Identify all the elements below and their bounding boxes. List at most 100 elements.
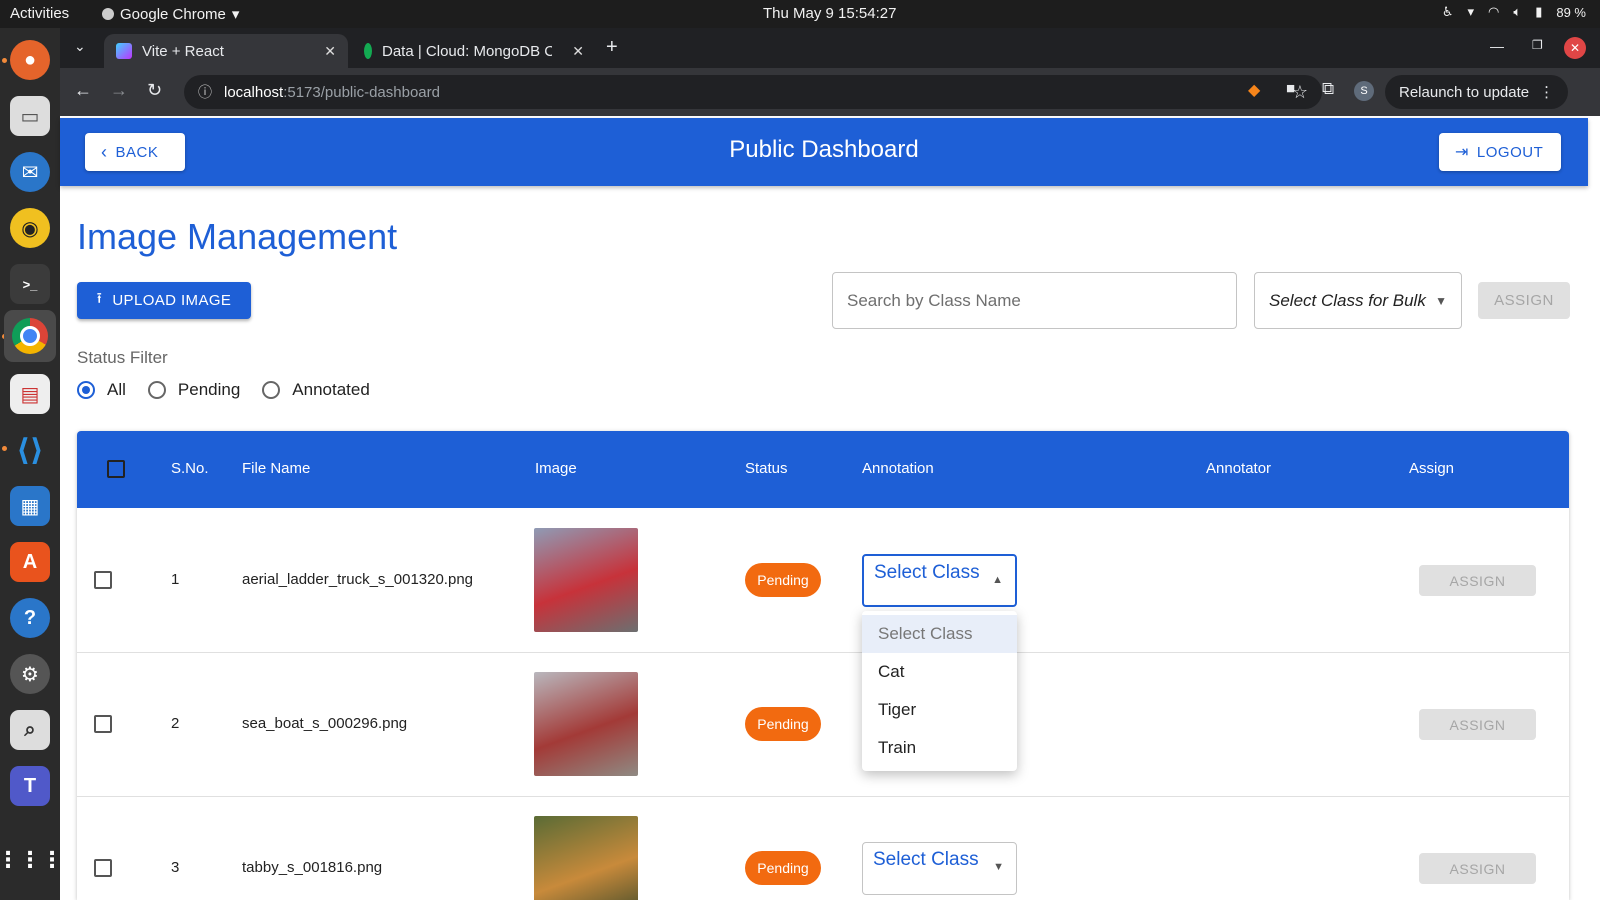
clock[interactable]: Thu May 9 15:54:27 (763, 5, 896, 22)
terminal-icon[interactable]: >_ (10, 264, 50, 304)
url-host: localhost (224, 83, 284, 101)
annotation-select-value: Select Class (873, 849, 979, 870)
row-checkbox[interactable] (94, 715, 112, 733)
app-center-icon[interactable]: A (10, 542, 50, 582)
upload-button-label: UPLOAD IMAGE (112, 292, 232, 309)
logout-button-label: LOGOUT (1476, 143, 1544, 161)
wifi-icon: ◠ (1488, 4, 1500, 19)
help-icon[interactable]: ? (10, 598, 50, 638)
annotation-class-select[interactable]: Select Class ▲ (862, 554, 1017, 607)
tab-search-icon[interactable]: ⌄ (74, 38, 86, 55)
images-table: S.No. File Name Image Status Annotation … (77, 431, 1569, 900)
metamask-extension-icon[interactable]: ◆ (1248, 80, 1260, 100)
row-file-name: aerial_ladder_truck_s_001320.png (242, 571, 474, 588)
activities-button[interactable]: Activities (10, 5, 69, 22)
settings-icon[interactable]: ⚙ (10, 654, 50, 694)
row-sno: 2 (171, 715, 180, 732)
menu-item-cat[interactable]: Cat (862, 653, 1017, 691)
app-header: ‹ BACK Public Dashboard ⇥ LOGOUT (60, 118, 1588, 186)
logout-icon: ⇥ (1455, 144, 1469, 161)
row-assign-button[interactable]: ASSIGN (1419, 565, 1536, 596)
extensions-icon[interactable]: ⧉ (1322, 79, 1334, 99)
writer-icon[interactable]: ▦ (10, 486, 50, 526)
forward-nav-icon[interactable]: → (110, 80, 128, 101)
vite-favicon-icon (116, 43, 132, 59)
system-tray[interactable]: ♿︎ ▾ ◠ 🔈︎ ▮ 89 % (1442, 4, 1586, 20)
column-header: Annotator (1206, 460, 1272, 477)
row-file-name: sea_boat_s_000296.png (242, 715, 408, 732)
rhythmbox-icon[interactable]: ◉ (10, 208, 50, 248)
bulk-class-select[interactable]: Select Class for Bulk ▼ (1254, 272, 1462, 329)
volume-icon: 🔈︎ (1513, 4, 1522, 19)
download-extension-icon[interactable]: ■ (1286, 80, 1295, 97)
more-vertical-icon: ⋮ (1539, 84, 1555, 101)
radio-annotated[interactable]: Annotated (262, 380, 370, 400)
column-header: Assign (1409, 460, 1455, 477)
tab-title: Data | Cloud: MongoDB C (382, 42, 552, 60)
menu-item-train[interactable]: Train (862, 729, 1017, 767)
tab-vite-react[interactable]: Vite + React ✕ (104, 34, 348, 68)
logout-button[interactable]: ⇥ LOGOUT (1439, 133, 1561, 171)
row-assign-button[interactable]: ASSIGN (1419, 853, 1536, 884)
table-row: 2sea_boat_s_000296.pngPendingSelect Clas… (77, 652, 1569, 797)
status-filter-radio-group: All Pending Annotated (77, 380, 378, 400)
relaunch-to-update-button[interactable]: Relaunch to update ⋮ (1385, 75, 1569, 109)
radio-button[interactable] (77, 381, 95, 399)
caret-up-icon: ▲ (992, 574, 1003, 586)
table-header: S.No. File Name Image Status Annotation … (77, 431, 1569, 508)
table-row: 1 aerial_ladder_truck_s_001320.png Pending… (77, 508, 1569, 653)
close-tab-icon[interactable]: ✕ (324, 43, 336, 60)
minimize-icon[interactable]: — (1490, 38, 1504, 54)
row-sno: 3 (171, 859, 180, 876)
bulk-select-label: Select Class for Bulk (1269, 290, 1426, 310)
radio-all[interactable]: All (77, 380, 126, 400)
vscode-icon[interactable]: ⟨⟩ (10, 430, 50, 470)
teams-icon[interactable]: T (10, 766, 50, 806)
browser-tab-strip: ⌄ Vite + React ✕ Data | Cloud: MongoDB C… (60, 28, 1600, 68)
site-info-icon[interactable]: ⓘ (198, 82, 212, 102)
upload-image-button[interactable]: ⭱ UPLOAD IMAGE (77, 282, 251, 319)
show-apps-icon[interactable]: ⋮⋮⋮ (0, 840, 63, 880)
dock: ● ▭ ✉ ◉ >_ ▤ ⟨⟩ ▦ A ? ⚙ ⌕ T ⋮⋮⋮ (0, 28, 63, 900)
app-menu[interactable]: Google Chrome ▾ (102, 5, 239, 23)
battery-icon: ▮ (1535, 4, 1543, 19)
browser-toolbar: ← → ↻ ⓘ localhost :5173/public-dashboard… (60, 68, 1600, 116)
profile-avatar[interactable]: S (1354, 81, 1374, 101)
radio-button[interactable] (262, 381, 281, 399)
battery-percent: 89 % (1556, 4, 1586, 20)
restore-icon[interactable]: ❐ (1532, 38, 1543, 52)
document-viewer-icon[interactable]: ▤ (10, 374, 50, 414)
search-input[interactable] (832, 272, 1237, 329)
close-window-icon[interactable]: ✕ (1564, 37, 1586, 59)
radio-button[interactable] (147, 381, 166, 399)
firefox-icon[interactable]: ● (10, 40, 50, 80)
annotation-class-select[interactable]: Select Class ▼ (862, 842, 1017, 895)
chrome-icon[interactable] (4, 310, 56, 362)
radio-pending[interactable]: Pending (147, 380, 240, 400)
column-header: Annotation (862, 460, 934, 477)
bulk-assign-button[interactable]: ASSIGN (1478, 282, 1570, 319)
thunderbird-icon[interactable]: ✉ (10, 152, 50, 192)
image-viewer-icon[interactable]: ⌕ (10, 710, 50, 750)
reload-icon[interactable]: ↻ (147, 80, 162, 101)
files-icon[interactable]: ▭ (10, 96, 50, 136)
back-nav-icon[interactable]: ← (74, 80, 92, 101)
column-header: File Name (242, 460, 311, 477)
status-badge: Pending (745, 851, 821, 885)
app-menu-label: Google Chrome (120, 5, 226, 23)
column-header: Status (745, 460, 788, 477)
address-bar[interactable]: ⓘ localhost :5173/public-dashboard ☆ (184, 75, 1322, 109)
menu-item-select-class[interactable]: Select Class (862, 615, 1017, 653)
row-checkbox[interactable] (94, 571, 112, 589)
status-filter-label: Status Filter (77, 348, 168, 367)
tab-mongodb[interactable]: Data | Cloud: MongoDB C ✕ (352, 34, 596, 68)
close-tab-icon[interactable]: ✕ (572, 43, 584, 60)
chrome-small-icon (102, 8, 114, 20)
caret-down-icon: ▼ (993, 861, 1004, 873)
menu-item-tiger[interactable]: Tiger (862, 691, 1017, 729)
row-assign-button[interactable]: ASSIGN (1419, 709, 1536, 740)
select-all-checkbox[interactable] (107, 460, 125, 478)
column-header: Image (535, 460, 577, 477)
row-checkbox[interactable] (94, 859, 112, 877)
new-tab-button[interactable]: + (606, 36, 618, 59)
